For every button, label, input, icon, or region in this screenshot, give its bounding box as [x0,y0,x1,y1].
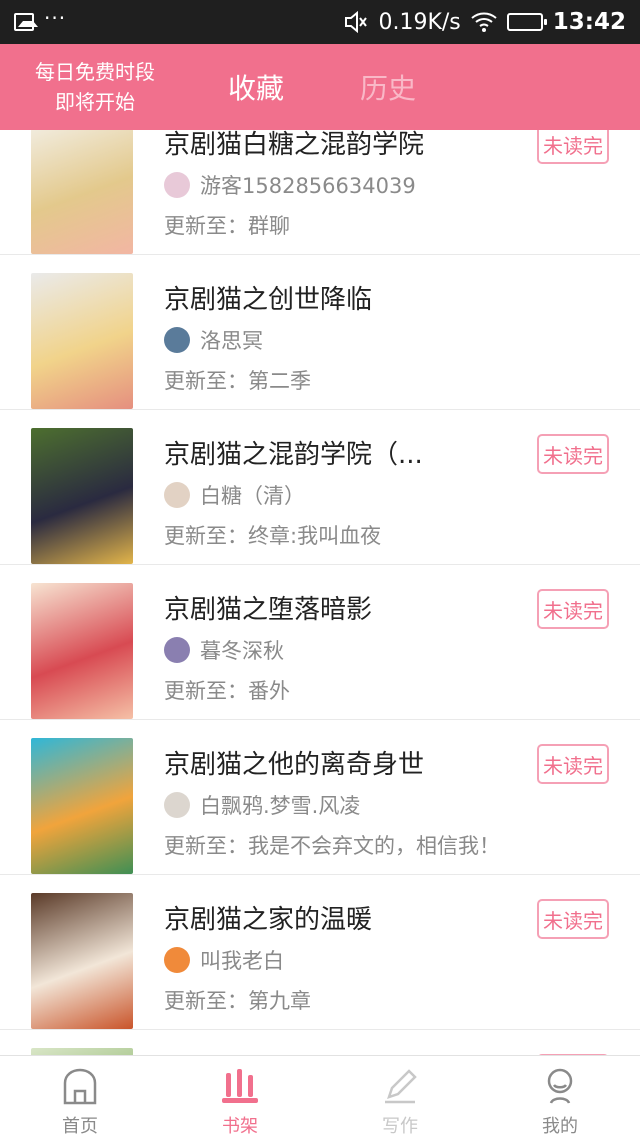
author-avatar [164,172,190,198]
book-list-item[interactable]: 京剧猫之堕落暗影 暮冬深秋 更新至：番外 未读完 [0,565,640,720]
book-list-item[interactable]: 京剧猫之混韵学院（... 白糖（清） 更新至：终章:我叫血夜 未读完 [0,410,640,565]
nav-home[interactable]: 首页 [0,1056,160,1138]
mute-icon [344,11,368,33]
nav-bookshelf[interactable]: 书架 [160,1056,320,1138]
unread-badge: 未读完 [537,589,609,629]
author-avatar [164,947,190,973]
book-title: 京剧猫之混韵学院（... [164,440,423,470]
nav-write-label: 写作 [382,1116,418,1137]
author-name: 游客1582856634039 [200,174,416,198]
app-header: 每日免费时段 即将开始 收藏 历史 [0,44,640,130]
unread-badge: 未读完 [537,434,609,474]
author-name: 洛思冥 [200,329,263,353]
unread-badge: 未读完 [537,899,609,939]
bottom-navigation: 首页 书架 写作 我的 [0,1055,640,1138]
book-title: 京剧猫之他的离奇身世 [164,750,425,780]
nav-profile[interactable]: 我的 [480,1056,640,1138]
update-info: 更新至：第二季 [164,365,311,395]
unread-badge: 未读完 [537,744,609,784]
book-list-item[interactable]: 京剧猫白糖之混韵学院 游客1582856634039 更新至：群聊 未读完 [0,130,640,255]
book-title: 京剧猫白糖之混韵学院 [164,130,425,160]
wifi-icon [471,12,497,32]
author-row: 游客1582856634039 [164,170,416,200]
network-speed: 0.19K/s [378,9,461,35]
author-name: 暮冬深秋 [200,639,284,663]
update-chapter: 我是不会弃文的，相信我！ [248,834,500,858]
book-list-item[interactable]: 京剧猫之战神之争 更新至： 未读完 [0,1030,640,1055]
update-info: 更新至：我是不会弃文的，相信我！ [164,830,500,860]
book-cover[interactable] [31,428,133,564]
author-row: 白飘鸦.梦雪.风凌 [164,790,360,820]
update-chapter: 终章:我叫血夜 [248,524,382,548]
more-notifications-icon: ··· [44,6,67,30]
book-title: 京剧猫之创世降临 [164,285,373,315]
nav-profile-label: 我的 [542,1116,578,1137]
image-notification-icon [14,13,38,31]
update-prefix: 更新至： [164,679,248,703]
home-icon [60,1066,100,1106]
update-prefix: 更新至： [164,369,248,393]
author-avatar [164,482,190,508]
author-name: 白糖（清） [200,484,305,508]
profile-icon [540,1066,580,1106]
unread-badge: 未读完 [537,130,609,164]
book-cover[interactable] [31,273,133,409]
update-info: 更新至：第九章 [164,985,311,1015]
update-chapter: 第九章 [248,989,311,1013]
update-info: 更新至：番外 [164,675,290,705]
update-prefix: 更新至： [164,989,248,1013]
update-prefix: 更新至： [164,834,248,858]
update-chapter: 番外 [248,679,290,703]
book-list-item[interactable]: 京剧猫之他的离奇身世 白飘鸦.梦雪.风凌 更新至：我是不会弃文的，相信我！ 未读… [0,720,640,875]
author-row: 暮冬深秋 [164,635,284,665]
free-period-banner[interactable]: 每日免费时段 即将开始 [0,57,190,117]
update-prefix: 更新至： [164,524,248,548]
nav-home-label: 首页 [62,1116,98,1137]
battery-icon [506,13,547,31]
update-info: 更新至：群聊 [164,210,290,240]
book-cover[interactable] [31,130,133,254]
author-avatar [164,792,190,818]
book-cover[interactable] [31,1048,133,1055]
book-cover[interactable] [31,893,133,1029]
author-name: 白飘鸦.梦雪.风凌 [200,794,361,818]
pen-icon [380,1066,420,1106]
update-info: 更新至：终章:我叫血夜 [164,520,381,550]
author-avatar [164,327,190,353]
update-chapter: 群聊 [248,214,290,238]
author-name: 叫我老白 [200,949,284,973]
book-title: 京剧猫之堕落暗影 [164,595,373,625]
book-title: 京剧猫之家的温暖 [164,905,373,935]
free-period-line2: 即将开始 [55,90,135,114]
author-avatar [164,637,190,663]
author-row: 洛思冥 [164,325,263,355]
book-cover[interactable] [31,583,133,719]
bookshelf-list[interactable]: 京剧猫白糖之混韵学院 游客1582856634039 更新至：群聊 未读完 京剧… [0,130,640,1055]
author-row: 叫我老白 [164,945,284,975]
free-period-line1: 每日免费时段 [35,60,155,84]
tab-history[interactable]: 历史 [322,67,454,107]
book-cover[interactable] [31,738,133,874]
update-chapter: 第二季 [248,369,311,393]
bookshelf-icon [220,1066,260,1106]
nav-write[interactable]: 写作 [320,1056,480,1138]
tab-favorites[interactable]: 收藏 [190,67,322,107]
book-list-item[interactable]: 京剧猫之家的温暖 叫我老白 更新至：第九章 未读完 [0,875,640,1030]
author-row: 白糖（清） [164,480,305,510]
book-list-item[interactable]: 京剧猫之创世降临 洛思冥 更新至：第二季 [0,255,640,410]
nav-bookshelf-label: 书架 [222,1116,258,1137]
status-bar: ··· 0.19K/s 13:42 [0,0,640,44]
update-prefix: 更新至： [164,214,248,238]
clock: 13:42 [552,9,626,35]
